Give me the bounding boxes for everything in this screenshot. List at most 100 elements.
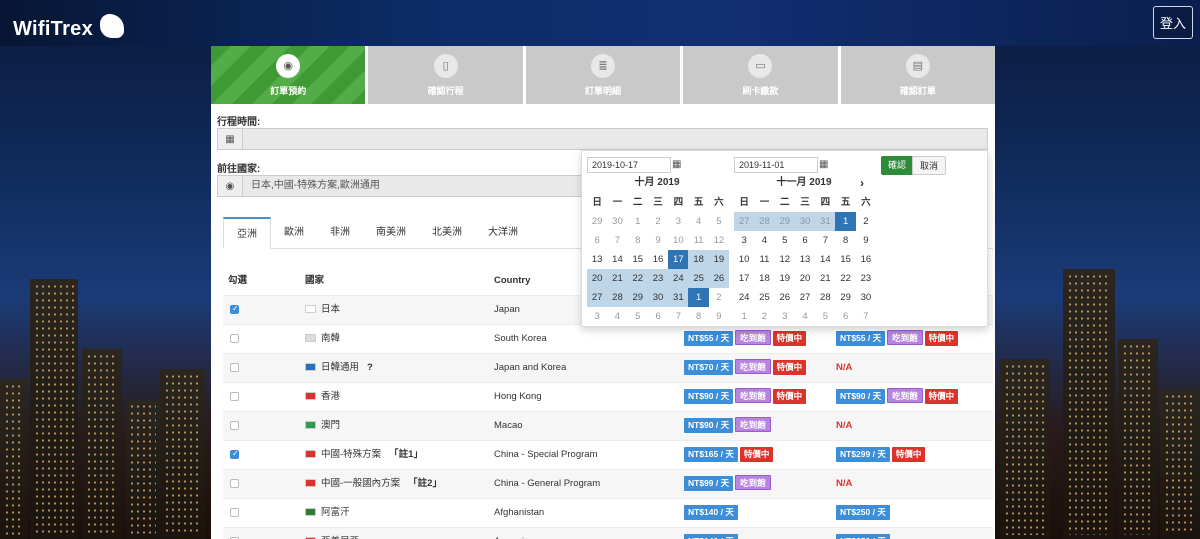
calendar-day[interactable]: 1 [628,212,648,231]
calendar-day[interactable]: 4 [754,231,774,250]
calendar-day[interactable]: 8 [688,307,708,326]
chevron-right-icon[interactable]: › [860,176,864,190]
calendar-day[interactable]: 14 [607,250,627,269]
calendar-day[interactable]: 21 [815,269,835,288]
calendar-day[interactable]: 28 [815,288,835,307]
row-checkbox[interactable] [230,363,239,372]
calendar-day[interactable]: 16 [856,250,876,269]
calendar-day[interactable]: 11 [754,250,774,269]
calendar-day[interactable]: 4 [795,307,815,326]
calendar-day[interactable]: 4 [688,212,708,231]
calendar-day[interactable]: 7 [668,307,688,326]
tab-africa[interactable]: 非洲 [317,217,363,248]
calendar-day[interactable]: 14 [815,250,835,269]
price-badge[interactable]: NT$70 / 天 [684,360,734,375]
price-badge[interactable]: NT$140 / 天 [684,505,738,520]
calendar-day[interactable]: 6 [587,231,607,250]
calendar-day[interactable]: 28 [754,212,775,231]
price-badge[interactable]: NT$250 / 天 [836,505,890,520]
price-badge[interactable]: NT$250 / 天 [836,534,890,539]
calendar-day[interactable]: 27 [587,288,608,307]
calendar-day[interactable]: 12 [775,250,795,269]
calendar-day[interactable]: 1 [835,212,856,231]
calendar-day[interactable]: 5 [815,307,835,326]
calendar-day[interactable]: 12 [709,231,729,250]
calendar-day[interactable]: 19 [775,269,795,288]
login-button[interactable]: 登入 [1153,6,1193,39]
calendar-day[interactable]: 17 [668,250,689,269]
calendar-day[interactable]: 28 [607,288,628,307]
calendar-day[interactable]: 6 [795,231,815,250]
calendar-day[interactable]: 3 [734,231,754,250]
price-badge[interactable]: NT$90 / 天 [684,418,734,433]
logo[interactable]: WifiTrex [13,18,93,41]
trip-time-input[interactable] [243,129,251,149]
calendar-day[interactable]: 22 [627,269,648,288]
calendar-day[interactable]: 17 [734,269,754,288]
calendar-day[interactable]: 31 [668,288,689,307]
calendar-day[interactable]: 2 [754,307,774,326]
calendar-day[interactable]: 10 [734,250,754,269]
calendar-day[interactable]: 2 [709,288,729,307]
calendar-day[interactable]: 7 [815,231,835,250]
calendar-day[interactable]: 29 [627,288,648,307]
calendar-day[interactable]: 24 [668,269,689,288]
calendar-day[interactable]: 2 [856,212,876,231]
country-input[interactable]: 日本,中國-特殊方案,歐洲通用 [243,176,380,196]
calendar-day[interactable]: 19 [708,250,730,269]
tab-europe[interactable]: 歐洲 [271,217,317,248]
step-payment[interactable]: ▭ 刷卡繳款 [683,46,838,104]
calendar-day[interactable]: 18 [754,269,774,288]
calendar-day[interactable]: 10 [668,231,688,250]
tab-oceania[interactable]: 大洋洲 [475,217,531,248]
end-date-input[interactable]: 2019-11-01 [734,157,818,173]
step-confirm-trip[interactable]: ▯ 確認行程 [368,46,523,104]
calendar-day[interactable]: 29 [835,288,855,307]
calendar-day[interactable]: 11 [688,231,708,250]
tab-north-america[interactable]: 北美洲 [419,217,475,248]
calendar-day[interactable]: 13 [795,250,815,269]
row-checkbox[interactable] [230,304,239,314]
row-checkbox[interactable] [230,449,239,459]
cancel-button[interactable]: 取消 [912,156,947,175]
calendar-day[interactable]: 9 [648,231,668,250]
calendar-day[interactable]: 5 [775,231,795,250]
calendar-day[interactable]: 26 [775,288,795,307]
calendar-day[interactable]: 16 [648,250,668,269]
calendar-day[interactable]: 1 [688,288,709,307]
calendar-day[interactable]: 29 [587,212,607,231]
calendar-day[interactable]: 20 [795,269,815,288]
calendar-day[interactable]: 9 [709,307,729,326]
price-badge[interactable]: NT$55 / 天 [684,331,734,346]
row-checkbox[interactable] [230,392,239,401]
calendar-day[interactable]: 7 [856,307,876,326]
calendar-day[interactable]: 22 [835,269,855,288]
calendar-day[interactable]: 2 [648,212,668,231]
trip-time-field[interactable]: ▦ [217,128,988,150]
price-badge[interactable]: NT$99 / 天 [684,476,734,491]
step-confirm-order[interactable]: ▤ 確認訂單 [840,46,996,104]
calendar-day[interactable]: 4 [607,307,627,326]
calendar-day[interactable]: 3 [668,212,688,231]
price-badge[interactable]: NT$55 / 天 [836,331,886,346]
confirm-button[interactable]: 確認 [881,156,914,175]
tab-asia[interactable]: 亞洲 [223,217,271,249]
calendar-day[interactable]: 6 [648,307,668,326]
calendar-day[interactable]: 6 [835,307,855,326]
calendar-day[interactable]: 29 [774,212,795,231]
calendar-day[interactable]: 25 [754,288,774,307]
start-date-input[interactable]: 2019-10-17 [587,157,671,173]
calendar-day[interactable]: 13 [587,250,607,269]
calendar-day[interactable]: 27 [734,212,755,231]
calendar-day[interactable]: 31 [815,212,836,231]
calendar-day[interactable]: 8 [628,231,648,250]
calendar-day[interactable]: 9 [856,231,876,250]
calendar-day[interactable]: 30 [856,288,876,307]
row-checkbox[interactable] [230,508,239,517]
calendar-day[interactable]: 3 [775,307,795,326]
calendar-day[interactable]: 1 [734,307,754,326]
price-badge[interactable]: NT$165 / 天 [684,447,738,462]
step-booking[interactable]: ◉ 訂單預約 [211,46,366,104]
price-badge[interactable]: NT$299 / 天 [836,447,890,462]
row-checkbox[interactable] [230,421,239,430]
